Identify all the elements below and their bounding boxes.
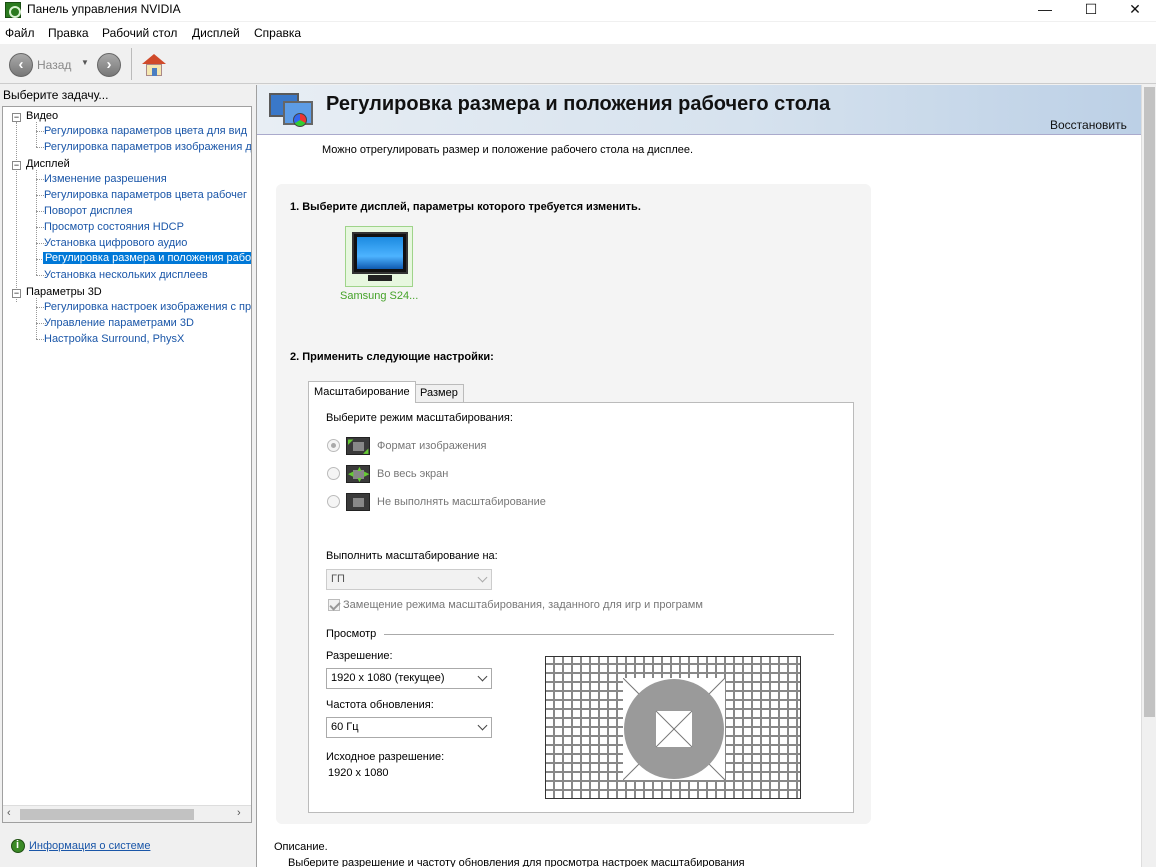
display-settings-icon: [269, 93, 317, 133]
tab-size[interactable]: Размер: [414, 384, 464, 403]
resolution-select[interactable]: 1920 x 1080 (текущее): [326, 668, 492, 689]
back-label[interactable]: Назад: [37, 58, 71, 72]
scrollbar-thumb[interactable]: [1144, 87, 1155, 717]
page-banner: Регулировка размера и положения рабочего…: [257, 85, 1141, 135]
override-label[interactable]: Замещение режима масштабирования, заданн…: [343, 599, 703, 611]
aspect-ratio-label[interactable]: Формат изображения: [377, 440, 487, 452]
intro-text: Можно отрегулировать размер и положение …: [322, 144, 694, 156]
tree-item-surround-physx[interactable]: Настройка Surround, PhysX: [44, 333, 184, 345]
radio-no-scaling[interactable]: [327, 495, 340, 508]
tree-item-digital-audio[interactable]: Установка цифрового аудио: [44, 237, 187, 249]
menu-display[interactable]: Дисплей: [192, 26, 240, 40]
display-name[interactable]: Samsung S24...: [340, 290, 418, 302]
refresh-rate-select[interactable]: 60 Гц: [326, 717, 492, 738]
refresh-rate-value: 60 Гц: [331, 721, 359, 733]
history-dropdown-icon[interactable]: ▼: [81, 58, 89, 67]
scaling-tab-panel: Выберите режим масштабирования: ◤ ◢ Форма…: [308, 402, 854, 813]
toolbar: ‹ Назад ▼ ›: [0, 44, 1156, 84]
info-icon: [11, 839, 25, 853]
description-text: Выберите разрешение и частоту обновления…: [288, 857, 745, 867]
menu-file[interactable]: Файл: [5, 26, 35, 40]
tree-item-image-settings-preview[interactable]: Регулировка настроек изображения с пр: [44, 301, 251, 313]
task-header: Выберите задачу...: [3, 88, 109, 102]
task-tree: − Видео Регулировка параметров цвета для…: [2, 106, 252, 823]
tree-item-manage-3d[interactable]: Управление параметрами 3D: [44, 317, 194, 329]
no-scaling-label[interactable]: Не выполнять масштабирование: [377, 496, 546, 508]
tree-item-hdcp-status[interactable]: Просмотр состояния HDCP: [44, 221, 184, 233]
chevron-down-icon: [477, 671, 488, 682]
page-title: Регулировка размера и положения рабочего…: [326, 93, 831, 115]
menu-bar: Файл Правка Рабочий стол Дисплей Справка: [0, 22, 1156, 44]
tree-item-size-position[interactable]: Регулировка размера и положения рабо: [43, 252, 251, 264]
description-title: Описание.: [274, 841, 328, 853]
step2-heading: 2. Применить следующие настройки:: [290, 351, 494, 363]
full-screen-icon: ▲ ▼ ◀ ▶: [346, 465, 370, 484]
scaling-preview: [545, 656, 801, 799]
radio-aspect-ratio[interactable]: [327, 439, 340, 452]
tree-item-video-image[interactable]: Регулировка параметров изображения д: [44, 141, 251, 153]
content-vertical-scrollbar[interactable]: [1141, 85, 1156, 867]
collapse-video-icon[interactable]: −: [12, 113, 21, 122]
toolbar-separator: [131, 48, 132, 80]
category-3d[interactable]: Параметры 3D: [26, 286, 102, 298]
native-resolution-value: 1920 x 1080: [328, 767, 389, 779]
preview-label: Просмотр: [326, 628, 377, 640]
collapse-3d-icon[interactable]: −: [12, 289, 21, 298]
perform-on-select[interactable]: ГП: [326, 569, 492, 590]
category-display[interactable]: Дисплей: [26, 158, 70, 170]
radio-full-screen[interactable]: [327, 467, 340, 480]
minimize-button[interactable]: —: [1022, 0, 1068, 21]
menu-desktop[interactable]: Рабочий стол: [102, 26, 177, 40]
perform-on-value: ГП: [331, 573, 345, 585]
scroll-right-icon[interactable]: ›: [237, 807, 241, 819]
back-button[interactable]: ‹: [9, 53, 33, 77]
home-icon[interactable]: [142, 54, 166, 76]
no-scaling-icon: [346, 493, 370, 511]
system-info-link[interactable]: Информация о системе: [29, 840, 150, 852]
arrow-right-icon: ›: [106, 56, 112, 73]
scaling-mode-label: Выберите режим масштабирования:: [326, 412, 513, 424]
preview-divider: [384, 634, 834, 635]
forward-button[interactable]: ›: [97, 53, 121, 77]
chevron-down-icon: [477, 720, 488, 731]
resolution-label: Разрешение:: [326, 650, 393, 662]
title-bar: Панель управления NVIDIA — ☐ ✕: [0, 0, 1156, 21]
step1-heading: 1. Выберите дисплей, параметры которого …: [290, 201, 641, 213]
window-title: Панель управления NVIDIA: [27, 2, 181, 16]
maximize-button[interactable]: ☐: [1068, 0, 1114, 21]
restore-button[interactable]: Восстановить: [1050, 118, 1127, 132]
tab-scaling[interactable]: Масштабирование: [308, 381, 416, 403]
aspect-ratio-icon: ◤ ◢: [346, 437, 370, 455]
tree-item-multiple-displays[interactable]: Установка нескольких дисплеев: [44, 269, 208, 281]
close-button[interactable]: ✕: [1112, 0, 1156, 21]
chevron-down-icon: [477, 572, 488, 583]
resolution-value: 1920 x 1080 (текущее): [331, 672, 445, 684]
full-screen-label[interactable]: Во весь экран: [377, 468, 448, 480]
content-panel: Регулировка размера и положения рабочего…: [256, 85, 1156, 867]
preview-pattern: [623, 678, 725, 780]
menu-help[interactable]: Справка: [254, 26, 301, 40]
nvidia-logo-icon: [5, 2, 21, 18]
tree-item-desktop-color[interactable]: Регулировка параметров цвета рабочег: [44, 189, 247, 201]
menu-edit[interactable]: Правка: [48, 26, 89, 40]
category-video[interactable]: Видео: [26, 110, 58, 122]
monitor-icon: [352, 232, 408, 274]
display-selector[interactable]: [345, 226, 413, 287]
refresh-rate-label: Частота обновления:: [326, 699, 434, 711]
native-resolution-label: Исходное разрешение:: [326, 751, 445, 763]
arrow-left-icon: ‹: [18, 56, 24, 73]
perform-on-label: Выполнить масштабирование на:: [326, 550, 498, 562]
tree-horizontal-scrollbar[interactable]: ‹ ›: [3, 805, 251, 822]
scroll-left-icon[interactable]: ‹: [7, 807, 11, 819]
tree-item-rotate-display[interactable]: Поворот дисплея: [44, 205, 132, 217]
tree-item-video-color[interactable]: Регулировка параметров цвета для вид: [44, 125, 247, 137]
override-checkbox[interactable]: [328, 599, 340, 611]
tree-item-change-resolution[interactable]: Изменение разрешения: [44, 173, 167, 185]
scrollbar-thumb[interactable]: [20, 809, 194, 820]
collapse-display-icon[interactable]: −: [12, 161, 21, 170]
